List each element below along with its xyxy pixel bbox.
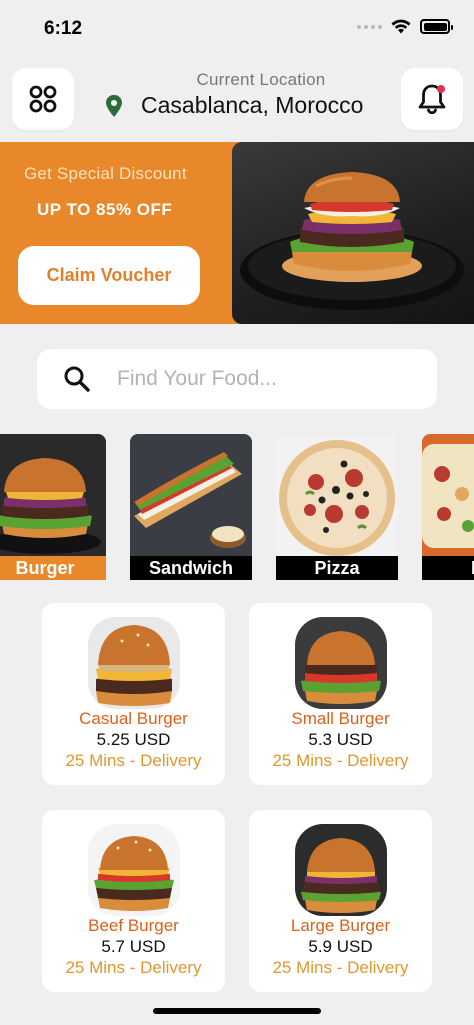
category-label: Bu [422, 556, 474, 580]
product-image [88, 617, 180, 709]
category-sandwich-image [130, 434, 252, 556]
notifications-button[interactable] [401, 68, 463, 130]
product-price: 5.25 USD [96, 730, 171, 749]
product-delivery: 25 Mins - Delivery [65, 751, 202, 770]
product-price: 5.9 USD [308, 937, 373, 956]
product-delivery: 25 Mins - Delivery [272, 958, 409, 977]
status-icons [357, 19, 453, 34]
menu-button[interactable] [12, 68, 74, 130]
status-bar: 6:12 [0, 0, 474, 56]
category-list: Burger Sandwich Pizza [0, 434, 474, 580]
promo-banner: Get Special Discount UP TO 85% OFF Claim… [0, 142, 474, 324]
product-card[interactable]: Small Burger 5.3 USD 25 Mins - Delivery [249, 603, 432, 785]
product-image [295, 824, 387, 916]
category-label: Sandwich [130, 556, 252, 580]
banner-burger-image [232, 142, 474, 324]
product-price: 5.7 USD [101, 937, 166, 956]
home-indicator[interactable] [153, 1008, 321, 1014]
category-label: Pizza [276, 556, 398, 580]
category-sandwich[interactable]: Sandwich [130, 434, 252, 580]
product-name: Beef Burger [88, 916, 179, 935]
banner-title: UP TO 85% OFF [37, 200, 173, 219]
category-burger[interactable]: Burger [0, 434, 106, 580]
product-name: Large Burger [290, 916, 391, 935]
current-location[interactable]: Current Location Casablanca, Morocco [105, 70, 395, 119]
wifi-icon [391, 19, 411, 34]
location-pin-icon [106, 94, 122, 117]
search-bar[interactable] [37, 349, 437, 409]
banner-subtitle: Get Special Discount [24, 164, 187, 183]
product-delivery: 25 Mins - Delivery [65, 958, 202, 977]
grid-menu-icon [29, 85, 57, 113]
category-pizza-image [276, 434, 398, 556]
location-caption: Current Location [196, 70, 326, 89]
status-time: 6:12 [44, 18, 83, 39]
product-image [295, 617, 387, 709]
product-image [88, 824, 180, 916]
category-label: Burger [0, 556, 106, 580]
search-icon [64, 366, 90, 392]
category-pizza[interactable]: Pizza [276, 434, 398, 580]
category-burger-image [0, 434, 106, 556]
product-card[interactable]: Beef Burger 5.7 USD 25 Mins - Delivery [42, 810, 225, 992]
claim-voucher-button[interactable]: Claim Voucher [18, 246, 200, 305]
product-name: Small Burger [291, 709, 390, 728]
signal-dots-icon [357, 24, 382, 29]
bell-icon [418, 84, 446, 115]
product-price: 5.3 USD [308, 730, 373, 749]
header: Current Location Casablanca, Morocco [0, 68, 474, 132]
product-delivery: 25 Mins - Delivery [272, 751, 409, 770]
product-card[interactable]: Casual Burger 5.25 USD 25 Mins - Deliver… [42, 603, 225, 785]
category-burrito-image [422, 434, 474, 556]
battery-icon [420, 19, 453, 34]
notification-dot [437, 85, 445, 93]
category-burrito[interactable]: Bu [422, 434, 474, 580]
search-input[interactable] [117, 367, 397, 391]
product-name: Casual Burger [79, 709, 188, 728]
product-card[interactable]: Large Burger 5.9 USD 25 Mins - Delivery [249, 810, 432, 992]
location-name: Casablanca, Morocco [141, 92, 364, 118]
